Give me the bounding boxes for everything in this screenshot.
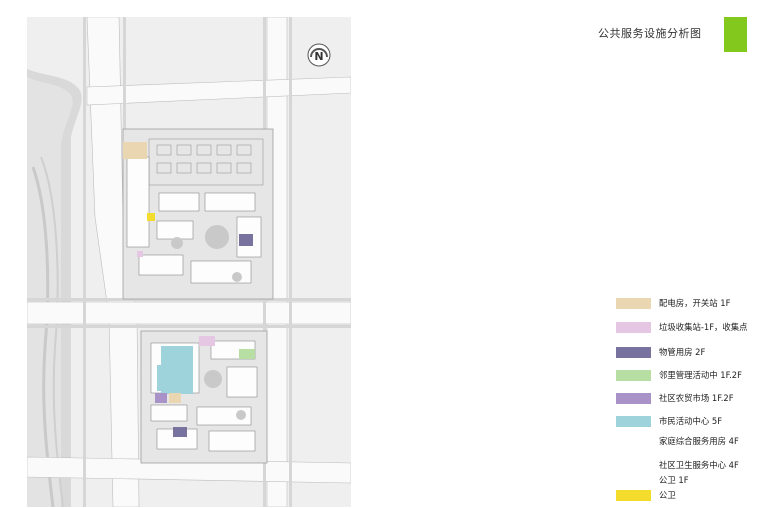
facility-electric-south — [169, 393, 181, 403]
legend-label: 公卫 — [659, 490, 676, 500]
legend-swatch — [616, 322, 651, 333]
facility-toilet — [147, 213, 155, 221]
legend-swatch — [616, 298, 651, 309]
facility-civic-center — [161, 346, 193, 394]
legend-label: 邻里管理活动中 1F.2F — [659, 370, 742, 380]
compass-label: N — [314, 50, 323, 63]
legend-label: 社区卫生服务中心 4F — [659, 460, 739, 470]
legend-label: 家庭综合服务用房 4F — [659, 436, 739, 446]
legend-label: 公卫 1F — [659, 475, 689, 485]
facility-garbage-north — [137, 251, 143, 257]
page-title: 公共服务设施分析图 — [598, 27, 702, 40]
facility-garbage-south — [199, 336, 215, 346]
legend-label: 市民活动中心 5F — [659, 416, 723, 426]
legend-label: 配电房，开关站 1F — [659, 298, 731, 308]
legend-label: 物管用房 2F — [659, 347, 706, 357]
legend-swatch — [616, 416, 651, 427]
facility-neighborhood — [239, 349, 255, 359]
facility-electric-room — [123, 142, 147, 159]
facility-property-south — [173, 427, 187, 437]
legend-label: 垃圾收集站-1F，收集点 — [659, 322, 748, 332]
legend-swatch — [616, 490, 651, 501]
legend-label: 社区农贸市场 1F.2F — [659, 393, 734, 403]
legend-swatch — [616, 370, 651, 381]
site-plan-drawing: N — [27, 17, 351, 507]
facility-property-north — [239, 234, 253, 246]
facility-market — [155, 393, 167, 403]
north-compass: N — [307, 43, 331, 67]
title-accent-bar — [724, 17, 747, 52]
legend-swatch — [616, 347, 651, 358]
site-plan-map: N — [27, 17, 351, 507]
legend-swatch — [616, 393, 651, 404]
